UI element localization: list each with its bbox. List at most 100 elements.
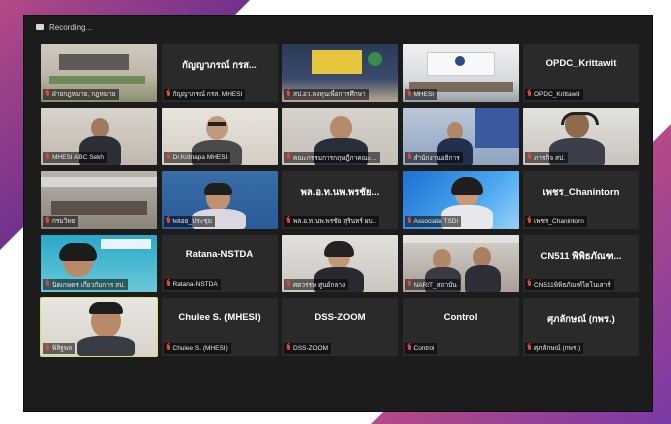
participant-name-label: NARIT_สถาบัน [404, 279, 460, 290]
mic-muted-icon [407, 90, 412, 98]
participant-tile[interactable]: CN511 พิพิธภัณฑ... CN511พิพิธภัณฑ์ไดโนเส… [523, 234, 639, 292]
participant-tile[interactable]: OPDC_Krittawit OPDC_Krittawit [523, 44, 639, 102]
participant-name-label: ฝ่ายกฎหมาย, กฎหมาย [43, 88, 119, 100]
participant-name-label: Chulee S. (MHESI) [163, 342, 231, 354]
participant-label-text: Control [413, 344, 435, 352]
participant-label-text: MHESI ABC Sekh [52, 154, 105, 161]
mic-muted-icon [45, 217, 50, 225]
participant-display-name: Ratana-NSTDA [185, 248, 254, 260]
mic-muted-icon [45, 281, 50, 288]
participant-name-label: กัญญาภรณ์ กรส. MHESI [163, 88, 246, 100]
participant-label-text: Associate TSDI [413, 217, 459, 225]
mic-muted-icon [45, 344, 50, 352]
participant-name-label: นิตเกษตร เกี่ยวกับการ สป. [43, 279, 129, 290]
participant-name-label: พลอย_ประชุม [163, 215, 215, 227]
mic-muted-icon [45, 154, 50, 161]
participant-tile[interactable]: นิตเกษตร เกี่ยวกับการ สป. [41, 234, 157, 292]
participant-tile[interactable]: DSS-ZOOM DSS-ZOOM [282, 298, 398, 356]
participant-grid: ฝ่ายกฎหมาย, กฎหมาย กัญญาภรณ์ กรส... กัญญ… [40, 44, 639, 401]
participant-tile[interactable]: พลอย_ประชุม [161, 171, 278, 229]
mic-muted-icon [166, 90, 171, 98]
mic-muted-icon [407, 344, 412, 352]
participant-name-label: ภารกิจ สป. [525, 152, 568, 163]
participant-label-text: NARIT_สถาบัน [413, 281, 457, 289]
participant-name-label: CN511พิพิธภัณฑ์ไดโนเสาร์ [525, 279, 614, 290]
recording-label: Recording... [49, 22, 93, 32]
participant-tile[interactable]: NARIT_สถาบัน [402, 234, 519, 292]
active-speaker-tile[interactable]: พิสิฐพล [40, 297, 158, 357]
participant-label-text: คณะกรรมการกฤษฎีกาคณะ... [293, 154, 377, 162]
participant-tile[interactable]: กัญญาภรณ์ กรส... กัญญาภรณ์ กรส. MHESI [161, 44, 278, 102]
participant-tile[interactable]: Control Control [402, 298, 519, 356]
participant-label-text: นิตเกษตร เกี่ยวกับการ สป. [52, 281, 126, 289]
participant-name-label: เพชร_Chanintorn [525, 215, 587, 227]
participant-display-name: OPDC_Krittawit [545, 58, 617, 69]
recording-indicator: Recording... [36, 20, 92, 34]
mic-muted-icon [527, 217, 532, 225]
mic-muted-icon [407, 154, 412, 161]
participant-tile[interactable]: กรมวิทย [41, 171, 157, 229]
participant-label-text: OPDC_Krittawit [534, 90, 580, 98]
zoom-meeting-window: Recording... ฝ่ายกฎหมาย, กฎหมาย กัญญาภรณ… [24, 16, 652, 411]
participant-name-label: พิสิฐพล [43, 342, 76, 354]
participant-name-label: คณะกรรมการกฤษฎีกาคณะ... [284, 152, 380, 163]
mic-muted-icon [286, 344, 291, 352]
mic-muted-icon [166, 281, 171, 288]
participant-display-name: CN511 พิพิธภัณฑ... [540, 250, 622, 262]
recording-icon [36, 24, 44, 30]
mic-muted-icon [166, 154, 171, 161]
participant-name-label: สำนักงานอธิการ [404, 152, 463, 163]
participant-display-name: ศุภลักษณ์ (กพร.) [547, 314, 615, 325]
participant-tile[interactable]: MHESI ABC Sekh [41, 107, 157, 165]
mic-muted-icon [527, 281, 532, 288]
participant-tile[interactable]: ศตวรรษ ศูนย์กลาง [282, 234, 398, 292]
participant-display-name: กัญญาภรณ์ กรส... [182, 60, 257, 71]
mic-muted-icon [286, 281, 291, 288]
participant-tile[interactable]: MHESI [402, 44, 519, 102]
participant-label-text: พิสิฐพล [52, 345, 73, 352]
participant-tile[interactable]: เพชร_Chanintorn เพชร_Chanintorn [523, 171, 639, 229]
participant-tile[interactable]: ภารกิจ สป. [523, 107, 639, 165]
participant-tile[interactable]: ศุภลักษณ์ (กพร.) ศุภลักษณ์ (กพร.) [523, 298, 639, 356]
participant-name-label: OPDC_Krittawit [525, 88, 583, 100]
participant-name-label: Ratana-NSTDA [163, 279, 221, 290]
participant-name-label: กรมวิทย [43, 215, 79, 227]
participant-tile[interactable]: สป.อว.ลงทุนเพื่อการศึกษา [282, 44, 398, 102]
participant-name-label: Dr.Kritnapa MHESI [163, 152, 231, 163]
participant-tile[interactable]: พล.อ.ท.นพ.พรชัย... พล.อ.ท.นพ.พรชัย สุริน… [282, 171, 398, 229]
mic-muted-icon [286, 154, 291, 161]
participant-label-text: พล.อ.ท.นพ.พรชัย สุรินทร์ ผบ.. [293, 218, 377, 225]
participant-label-text: CN511พิพิธภัณฑ์ไดโนเสาร์ [534, 281, 611, 289]
participant-tile[interactable]: คณะกรรมการกฤษฎีกาคณะ... [282, 107, 398, 165]
mic-muted-icon [527, 344, 532, 352]
participant-tile[interactable]: Ratana-NSTDA Ratana-NSTDA [161, 234, 278, 292]
participant-label-text: กรมวิทย [52, 218, 76, 225]
participant-label-text: กัญญาภรณ์ กรส. MHESI [172, 91, 243, 98]
participant-display-name: Control [443, 312, 478, 323]
participant-name-label: Associate TSDI [404, 215, 462, 227]
participant-label-text: ภารกิจ สป. [534, 154, 565, 162]
participant-name-label: พล.อ.ท.นพ.พรชัย สุรินทร์ ผบ.. [284, 215, 380, 227]
participant-tile[interactable]: ฝ่ายกฎหมาย, กฎหมาย [41, 44, 157, 102]
participant-name-label: MHESI ABC Sekh [43, 152, 108, 163]
mic-muted-icon [527, 154, 532, 161]
participant-label-text: Ratana-NSTDA [172, 281, 218, 288]
participant-name-label: MHESI [404, 88, 438, 100]
participant-name-label: ศตวรรษ ศูนย์กลาง [284, 279, 349, 290]
participant-label-text: DSS-ZOOM [293, 344, 329, 352]
participant-label-text: ศุภลักษณ์ (กพร.) [534, 345, 581, 352]
mic-muted-icon [286, 90, 291, 98]
participant-name-label: DSS-ZOOM [284, 342, 332, 354]
participant-display-name: DSS-ZOOM [314, 312, 366, 323]
participant-display-name: พล.อ.ท.นพ.พรชัย... [300, 187, 380, 198]
participant-tile[interactable]: Dr.Kritnapa MHESI [161, 107, 278, 165]
mic-muted-icon [407, 281, 412, 288]
participant-label-text: สำนักงานอธิการ [413, 154, 460, 162]
participant-tile[interactable]: Chulee S. (MHESI) Chulee S. (MHESI) [161, 298, 278, 356]
participant-tile[interactable]: Associate TSDI [402, 171, 519, 229]
participant-label-text: สป.อว.ลงทุนเพื่อการศึกษา [293, 91, 366, 98]
participant-label-text: พลอย_ประชุม [172, 218, 212, 225]
participant-tile[interactable]: สำนักงานอธิการ [402, 107, 519, 165]
participant-label-text: MHESI [413, 90, 435, 98]
participant-label-text: ศตวรรษ ศูนย์กลาง [293, 281, 346, 289]
